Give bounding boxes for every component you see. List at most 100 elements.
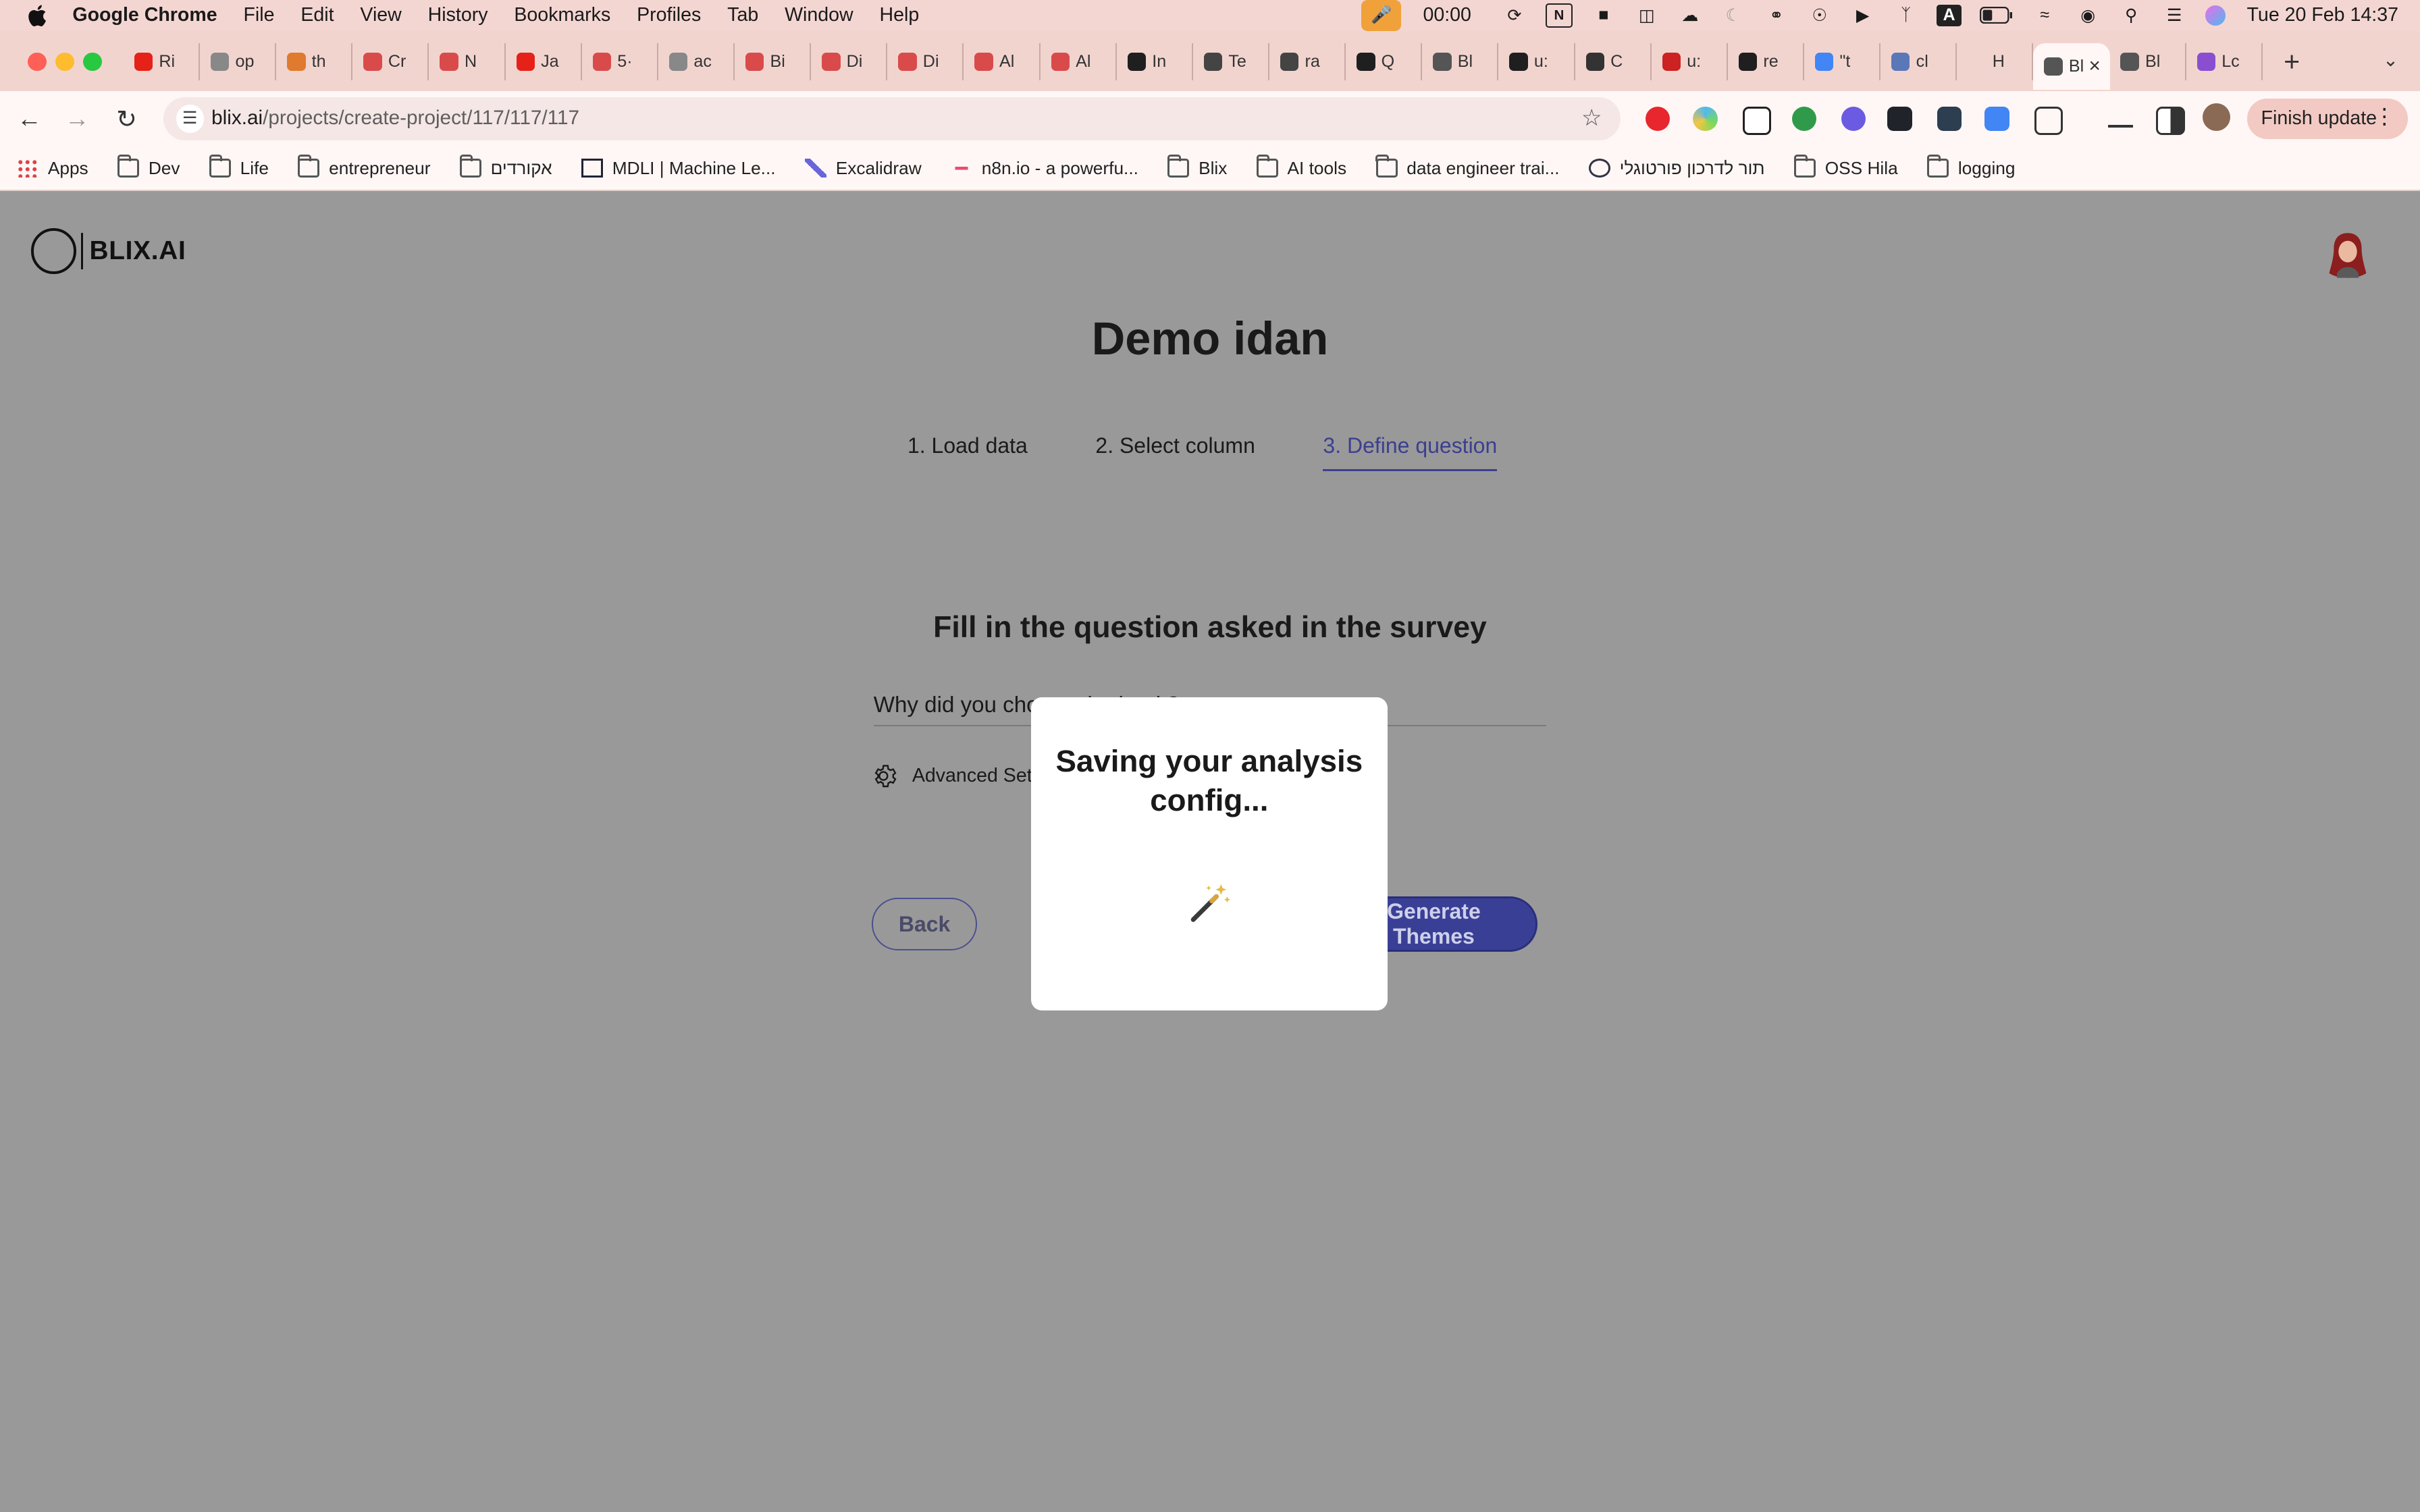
zoom-window-button[interactable] <box>83 52 102 72</box>
menu-file[interactable]: File <box>243 4 274 26</box>
browser-tab[interactable]: Cr <box>352 43 429 80</box>
bookmark-item[interactable]: Dev <box>117 155 180 179</box>
step-select-column[interactable]: 2. Select column <box>1095 433 1255 471</box>
browser-tab[interactable]: Bl <box>2110 43 2186 80</box>
opera-extension-icon[interactable] <box>1645 106 1671 132</box>
menu-profiles[interactable]: Profiles <box>637 4 701 26</box>
glasses-icon[interactable]: ⚭ <box>1764 5 1789 26</box>
minimize-window-button[interactable] <box>55 52 74 72</box>
wifi-icon[interactable]: ≈ <box>2032 5 2057 26</box>
search-extension-icon[interactable] <box>1791 106 1817 132</box>
back-button[interactable]: Back <box>872 898 977 950</box>
browser-tab[interactable]: In <box>1117 43 1193 80</box>
browser-tab[interactable]: op <box>200 43 277 80</box>
browser-tab[interactable]: Al <box>1041 43 1117 80</box>
browser-tab[interactable]: Di <box>811 43 888 80</box>
bookmark-item[interactable]: תור לדרכון פורטוגלי <box>1588 158 1765 179</box>
browser-tab[interactable]: Te <box>1193 43 1269 80</box>
control-center-icon[interactable]: ☰ <box>2162 5 2187 26</box>
bookmark-item[interactable]: MDLI | Machine Le... <box>581 158 776 179</box>
bookmark-item[interactable]: entrepreneur <box>298 155 431 179</box>
user-avatar[interactable] <box>2326 232 2369 281</box>
back-arrow-icon[interactable]: ← <box>16 105 43 133</box>
sidebar-icon[interactable]: ◫ <box>1635 5 1660 26</box>
timer-readout[interactable]: 00:00 <box>1423 4 1471 26</box>
apple-menu-icon[interactable] <box>26 5 48 26</box>
play-icon[interactable]: ▶ <box>1850 5 1875 26</box>
rotate-icon[interactable]: ⟳ <box>1502 5 1527 26</box>
browser-tab[interactable]: N <box>429 43 506 80</box>
spotlight-search-icon[interactable]: ⚲ <box>2119 5 2144 26</box>
browser-tab[interactable]: Bi <box>735 43 812 80</box>
menu-history[interactable]: History <box>428 4 488 26</box>
browser-tab[interactable]: 5· <box>582 43 658 80</box>
react-devtools-icon[interactable] <box>1887 106 1912 132</box>
menu-view[interactable]: View <box>360 4 401 26</box>
bookmark-star-icon[interactable]: ☆ <box>1581 105 1602 132</box>
notion-extension-icon[interactable] <box>1742 106 1772 136</box>
extensions-puzzle-icon[interactable] <box>2034 106 2063 136</box>
bookmark-item[interactable]: Life <box>209 155 269 179</box>
menu-app-name[interactable]: Google Chrome <box>72 4 217 26</box>
reload-icon[interactable]: ↻ <box>113 105 140 134</box>
battery-icon[interactable] <box>1980 5 2014 26</box>
bookmark-item[interactable]: AI tools <box>1256 155 1346 179</box>
accessibility-icon[interactable]: ☉ <box>1807 5 1832 26</box>
bookmark-item[interactable]: Blix <box>1167 155 1227 179</box>
tab-search-chevron-icon[interactable]: ⌄ <box>2383 49 2398 71</box>
blix-logo[interactable]: BLIX.AI <box>30 228 186 274</box>
browser-tab-active[interactable]: Bl × <box>2033 43 2110 90</box>
date-time[interactable]: Tue 20 Feb 14:37 <box>2247 4 2398 26</box>
browser-tab[interactable]: Ja <box>506 43 582 80</box>
browser-tab[interactable]: C <box>1575 43 1652 80</box>
bookmark-item[interactable]: אקורדים <box>459 155 552 179</box>
bookmark-item[interactable]: Apps <box>17 158 88 179</box>
download-icon[interactable] <box>2108 107 2133 128</box>
browser-tab[interactable]: Ri <box>124 43 200 80</box>
browser-tab[interactable]: th <box>276 43 353 80</box>
browser-tab[interactable]: u: <box>1498 43 1575 80</box>
keyboard-input-icon[interactable]: A <box>1937 4 1962 26</box>
bluetooth-icon[interactable]: ᛉ <box>1893 5 1918 26</box>
site-info-icon[interactable]: ☰ <box>176 105 204 133</box>
menu-edit[interactable]: Edit <box>300 4 334 26</box>
browser-tab[interactable]: Lc <box>2186 43 2263 80</box>
profile-avatar-icon[interactable] <box>2202 103 2230 132</box>
user-icon[interactable]: ◉ <box>2076 5 2101 26</box>
browser-tab[interactable]: H <box>1957 43 2034 80</box>
colorful-extension-icon[interactable] <box>1693 106 1718 132</box>
menu-tab[interactable]: Tab <box>727 4 758 26</box>
new-tab-plus-icon[interactable]: + <box>2278 46 2306 78</box>
url-text[interactable]: blix.ai/projects/create-project/117/117/… <box>211 107 579 130</box>
close-tab-icon[interactable]: × <box>2088 55 2100 78</box>
bookmark-item[interactable]: Excalidraw <box>805 158 922 179</box>
browser-tab[interactable]: ac <box>658 43 735 80</box>
dots-extension-icon[interactable] <box>1937 106 1962 132</box>
siri-icon[interactable] <box>2205 5 2226 26</box>
address-bar[interactable]: ☰ blix.ai/projects/create-project/117/11… <box>163 97 1621 140</box>
browser-tab[interactable]: re <box>1728 43 1804 80</box>
forward-arrow-icon[interactable]: → <box>63 105 91 133</box>
step-define-question[interactable]: 3. Define question <box>1323 433 1498 472</box>
browser-tab[interactable]: Al <box>964 43 1041 80</box>
finish-update-button[interactable]: Finish update ⋮ <box>2246 99 2408 139</box>
browser-tab[interactable]: Di <box>887 43 964 80</box>
browser-tab[interactable]: Q <box>1346 43 1423 80</box>
bookmark-item[interactable]: n8n.io - a powerfu... <box>951 158 1138 179</box>
microphone-icon[interactable]: 🎤 <box>1361 0 1402 31</box>
browser-tab[interactable]: cl <box>1880 43 1957 80</box>
bookmark-item[interactable]: OSS Hila <box>1793 155 1898 179</box>
browser-tab[interactable]: "t <box>1804 43 1881 80</box>
translate-extension-icon[interactable] <box>1984 106 2009 132</box>
browser-tab[interactable]: ra <box>1269 43 1346 80</box>
browser-tab[interactable]: u: <box>1652 43 1728 80</box>
ai-extension-icon[interactable] <box>1841 106 1866 132</box>
bookmark-item[interactable]: logging <box>1926 155 2016 179</box>
bookmark-item[interactable]: data engineer trai... <box>1375 155 1560 179</box>
close-window-button[interactable] <box>28 52 47 72</box>
weather-icon[interactable]: ☁ <box>1678 5 1703 26</box>
step-load-data[interactable]: 1. Load data <box>908 433 1028 471</box>
menu-help[interactable]: Help <box>880 4 920 26</box>
notion-status-icon[interactable]: N <box>1545 3 1573 28</box>
browser-tab[interactable]: Bl <box>1422 43 1499 80</box>
